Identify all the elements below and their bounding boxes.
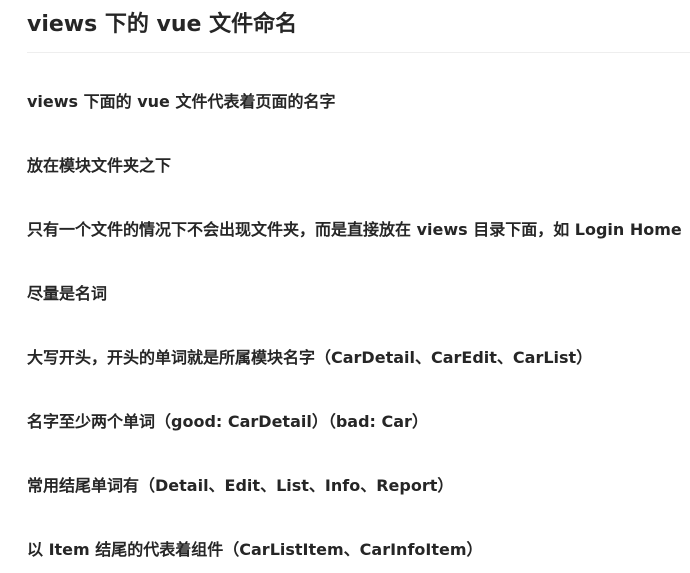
- list-item: 只有一个文件的情况下不会出现文件夹，而是直接放在 views 目录下面，如 Lo…: [27, 220, 682, 239]
- page-title: views 下的 vue 文件命名: [27, 12, 298, 37]
- naming-rules-list: views 下面的 vue 文件代表着页面的名字 放在模块文件夹之下 只有一个文…: [27, 88, 682, 573]
- document-page: views 下的 vue 文件命名 views 下面的 vue 文件代表着页面的…: [0, 0, 690, 573]
- list-item: 尽量是名词: [27, 284, 108, 303]
- list-item: 名字至少两个单词（good: CarDetail）（bad: Car）: [27, 412, 428, 431]
- list-item: 常用结尾单词有（Detail、Edit、List、Info、Report）: [27, 476, 454, 495]
- list-item: 以 Item 结尾的代表着组件（CarListItem、CarInfoItem）: [27, 540, 483, 559]
- list-item: views 下面的 vue 文件代表着页面的名字: [27, 92, 336, 111]
- list-item: 大写开头，开头的单词就是所属模块名字（CarDetail、CarEdit、Car…: [27, 348, 593, 367]
- list-item: 放在模块文件夹之下: [27, 156, 172, 175]
- title-divider: [27, 52, 690, 53]
